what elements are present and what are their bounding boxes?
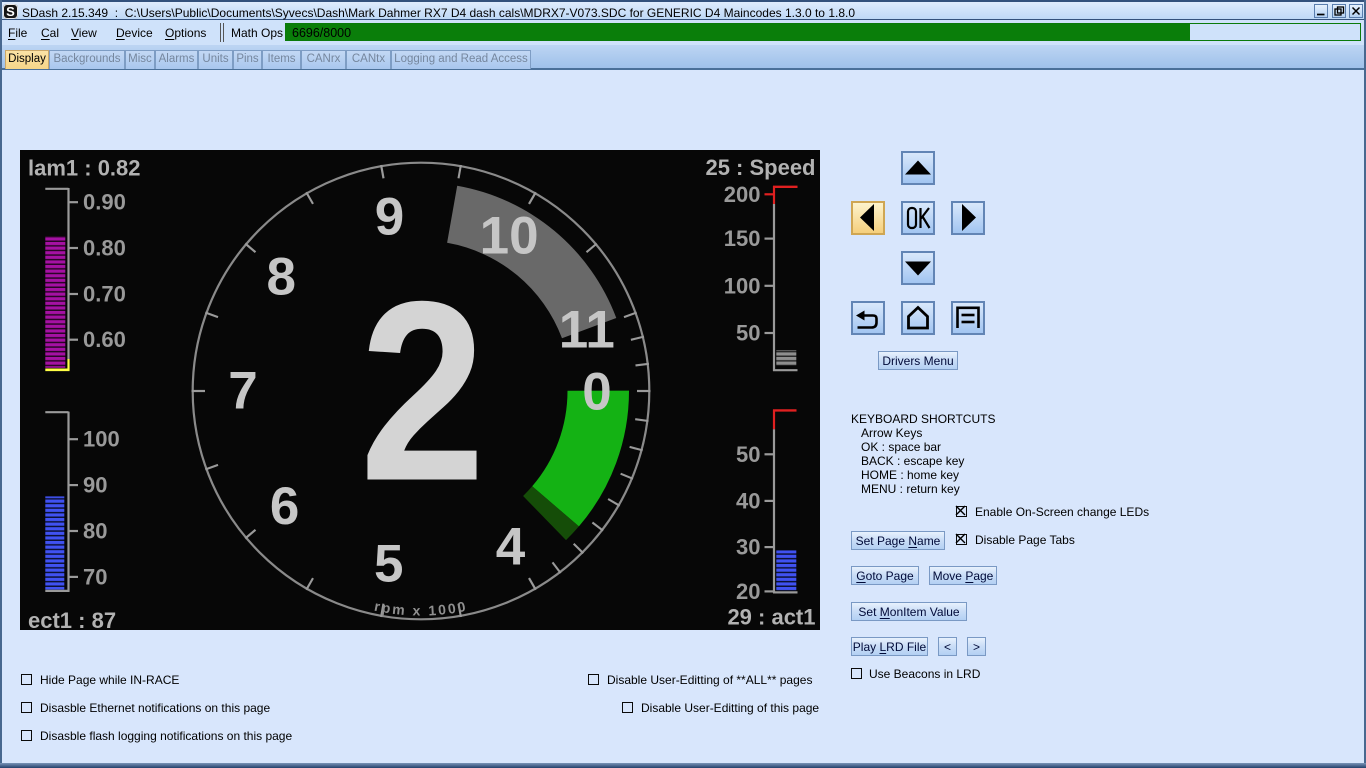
svg-text:100: 100 — [83, 427, 120, 452]
svg-text:50: 50 — [736, 321, 760, 346]
svg-text:2: 2 — [360, 249, 486, 535]
svg-text:0.90: 0.90 — [83, 190, 126, 215]
svg-text:0.60: 0.60 — [83, 327, 126, 352]
svg-text:30: 30 — [736, 535, 760, 560]
svg-text:5: 5 — [374, 535, 403, 594]
svg-text:50: 50 — [736, 442, 760, 467]
svg-text:70: 70 — [83, 564, 107, 589]
svg-text:29 : act1: 29 : act1 — [727, 605, 815, 630]
svg-text:20: 20 — [736, 579, 760, 604]
svg-text:90: 90 — [83, 473, 107, 498]
svg-text:9: 9 — [375, 187, 404, 246]
svg-text:6: 6 — [270, 477, 299, 536]
svg-text:0.70: 0.70 — [83, 282, 126, 307]
svg-text:40: 40 — [736, 488, 760, 513]
svg-text:7: 7 — [228, 361, 257, 420]
svg-text:0: 0 — [582, 363, 611, 422]
svg-text:lam1 : 0.82: lam1 : 0.82 — [28, 156, 141, 181]
svg-text:8: 8 — [267, 247, 296, 306]
svg-text:25 : Speed: 25 : Speed — [705, 155, 815, 180]
svg-text:100: 100 — [724, 273, 761, 298]
svg-text:150: 150 — [724, 226, 761, 251]
svg-text:200: 200 — [724, 182, 761, 207]
svg-text:11: 11 — [559, 301, 615, 360]
svg-text:ect1 : 87: ect1 : 87 — [28, 608, 116, 630]
svg-text:80: 80 — [83, 519, 107, 544]
svg-text:rpm x 1000: rpm x 1000 — [373, 598, 469, 619]
svg-text:4: 4 — [496, 518, 526, 577]
svg-text:0.80: 0.80 — [83, 236, 126, 261]
svg-text:10: 10 — [480, 207, 539, 266]
